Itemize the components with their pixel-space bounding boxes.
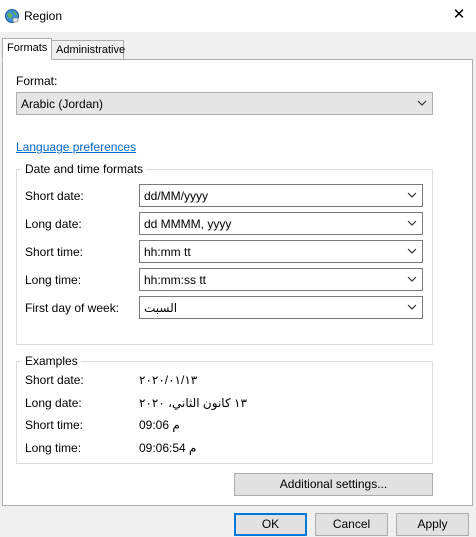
chevron-down-icon	[407, 220, 417, 226]
title-bar: Region ✕	[0, 0, 476, 32]
chevron-down-icon	[407, 192, 417, 198]
globe-icon	[5, 9, 19, 23]
chevron-down-icon	[407, 248, 417, 254]
apply-button[interactable]: Apply	[396, 513, 469, 536]
example-long-time-label: Long time:	[25, 441, 82, 455]
example-short-time-label: Short time:	[25, 418, 84, 432]
long-date-label: Long date:	[25, 217, 82, 231]
chevron-down-icon	[417, 100, 427, 106]
short-time-value: hh:mm tt	[144, 245, 191, 259]
cancel-button[interactable]: Cancel	[315, 513, 388, 536]
example-long-date-value: ١٣ كانون الثاني، ٢٠٢٠	[139, 396, 247, 410]
short-date-label: Short date:	[25, 189, 84, 203]
first-day-of-week-value: السبت	[144, 301, 178, 315]
long-date-dropdown[interactable]: dd MMMM, yyyy	[139, 212, 423, 235]
example-short-date-label: Short date:	[25, 373, 84, 387]
format-value: Arabic (Jordan)	[21, 97, 104, 111]
close-button[interactable]: ✕	[446, 4, 472, 26]
example-short-time-value: 09:06 م	[139, 418, 180, 432]
long-time-dropdown[interactable]: hh:mm:ss tt	[139, 268, 423, 291]
first-day-of-week-label: First day of week:	[25, 301, 120, 315]
example-long-time-value: 09:06:54 م	[139, 441, 197, 455]
example-long-date-label: Long date:	[25, 396, 82, 410]
examples-title: Examples	[22, 354, 81, 368]
chevron-down-icon	[407, 304, 417, 310]
chevron-down-icon	[407, 276, 417, 282]
first-day-of-week-dropdown[interactable]: السبت	[139, 296, 423, 319]
example-short-date-value: ٢٠٢٠/٠١/١٣	[139, 373, 198, 387]
tab-administrative[interactable]: Administrative	[52, 40, 125, 60]
short-time-dropdown[interactable]: hh:mm tt	[139, 240, 423, 263]
ok-button[interactable]: OK	[234, 513, 307, 536]
format-dropdown[interactable]: Arabic (Jordan)	[16, 92, 433, 115]
date-time-formats-title: Date and time formats	[22, 162, 147, 176]
window-title: Region	[24, 9, 63, 23]
long-time-value: hh:mm:ss tt	[144, 273, 207, 287]
short-date-dropdown[interactable]: dd/MM/yyyy	[139, 184, 423, 207]
long-time-label: Long time:	[25, 273, 82, 287]
short-date-value: dd/MM/yyyy	[144, 189, 209, 203]
format-label: Format:	[16, 74, 58, 88]
long-date-value: dd MMMM, yyyy	[144, 217, 232, 231]
short-time-label: Short time:	[25, 245, 84, 259]
tab-formats[interactable]: Formats	[2, 38, 52, 60]
additional-settings-button[interactable]: Additional settings...	[234, 473, 433, 496]
language-preferences-link[interactable]: Language preferences	[16, 140, 136, 154]
